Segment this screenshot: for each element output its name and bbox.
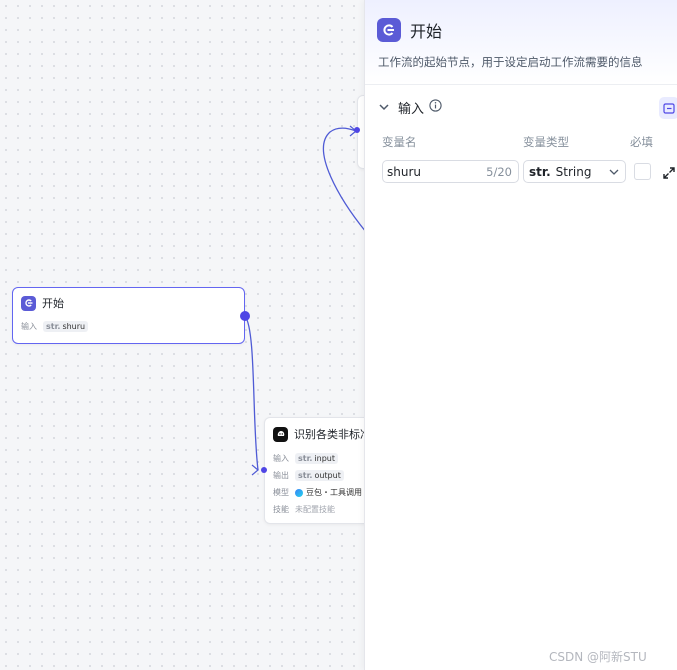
chip-type-label: str. [46, 322, 61, 331]
panel-description: 工作流的起始节点，用于设定启动工作流需要的信息 [378, 55, 643, 69]
row-key-skill: 技能 [273, 505, 289, 514]
recognize-node-title: 识别各类非标准 [294, 428, 371, 441]
column-header-type: 变量类型 [523, 135, 569, 149]
chip-value: input [314, 454, 336, 463]
variable-type-select[interactable]: str. String [523, 160, 626, 183]
input-section-header[interactable]: 输入 [377, 98, 442, 117]
chip-type-label: str. [298, 471, 313, 480]
start-node-output-port[interactable] [240, 311, 250, 321]
column-header-required: 必填 [630, 135, 653, 149]
llm-icon [273, 426, 288, 442]
variable-type-value: String [555, 164, 592, 179]
chip-value: output [314, 471, 341, 480]
start-node-input-key: 输入 [21, 322, 37, 331]
hidden-node-input-port[interactable] [354, 127, 360, 133]
panel-title: 开始 [410, 22, 443, 41]
start-node[interactable]: 开始 输入 str. shuru [12, 287, 245, 344]
type-prefix: str. [529, 164, 551, 179]
model-logo-icon [295, 488, 303, 497]
output-chip: str. output [295, 470, 344, 481]
column-header-name: 变量名 [382, 135, 417, 149]
panel-header: 开始 工作流的起始节点，用于设定启动工作流需要的信息 [365, 0, 677, 85]
edge-start-to-recognize [244, 315, 259, 471]
chevron-down-icon [609, 169, 619, 175]
chip-type-label: str. [298, 454, 313, 463]
expand-icon[interactable] [663, 164, 675, 183]
start-node-title: 开始 [42, 297, 64, 310]
chevron-down-icon[interactable] [377, 101, 391, 115]
start-icon [377, 18, 401, 42]
variable-name-count: 5/20 [486, 164, 512, 179]
variable-name-input[interactable]: shuru 5/20 [382, 160, 519, 183]
add-variable-button[interactable] [659, 97, 677, 119]
chip-value: shuru [62, 322, 86, 331]
row-key-model: 模型 [273, 488, 289, 497]
info-icon[interactable] [429, 99, 442, 116]
model-value: 豆包・工具调用 [306, 488, 362, 497]
skill-value: 未配置技能 [295, 505, 335, 514]
start-node-input-chip: str. shuru [43, 321, 89, 332]
edge-arrow-recognize [251, 464, 259, 476]
recognize-node-input-port[interactable] [261, 467, 267, 473]
input-chip: str. input [295, 453, 339, 464]
row-key-input: 输入 [273, 454, 289, 463]
add-icon [663, 102, 675, 114]
variable-name-value: shuru [387, 164, 422, 179]
node-config-panel: 开始 工作流的起始节点，用于设定启动工作流需要的信息 输入 变量名 变量类型 必… [364, 0, 677, 670]
required-checkbox[interactable] [634, 163, 651, 180]
input-section-title: 输入 [398, 102, 425, 117]
watermark: CSDN @阿新STU [549, 650, 647, 664]
row-key-output: 输出 [273, 471, 289, 480]
start-icon [21, 295, 36, 311]
